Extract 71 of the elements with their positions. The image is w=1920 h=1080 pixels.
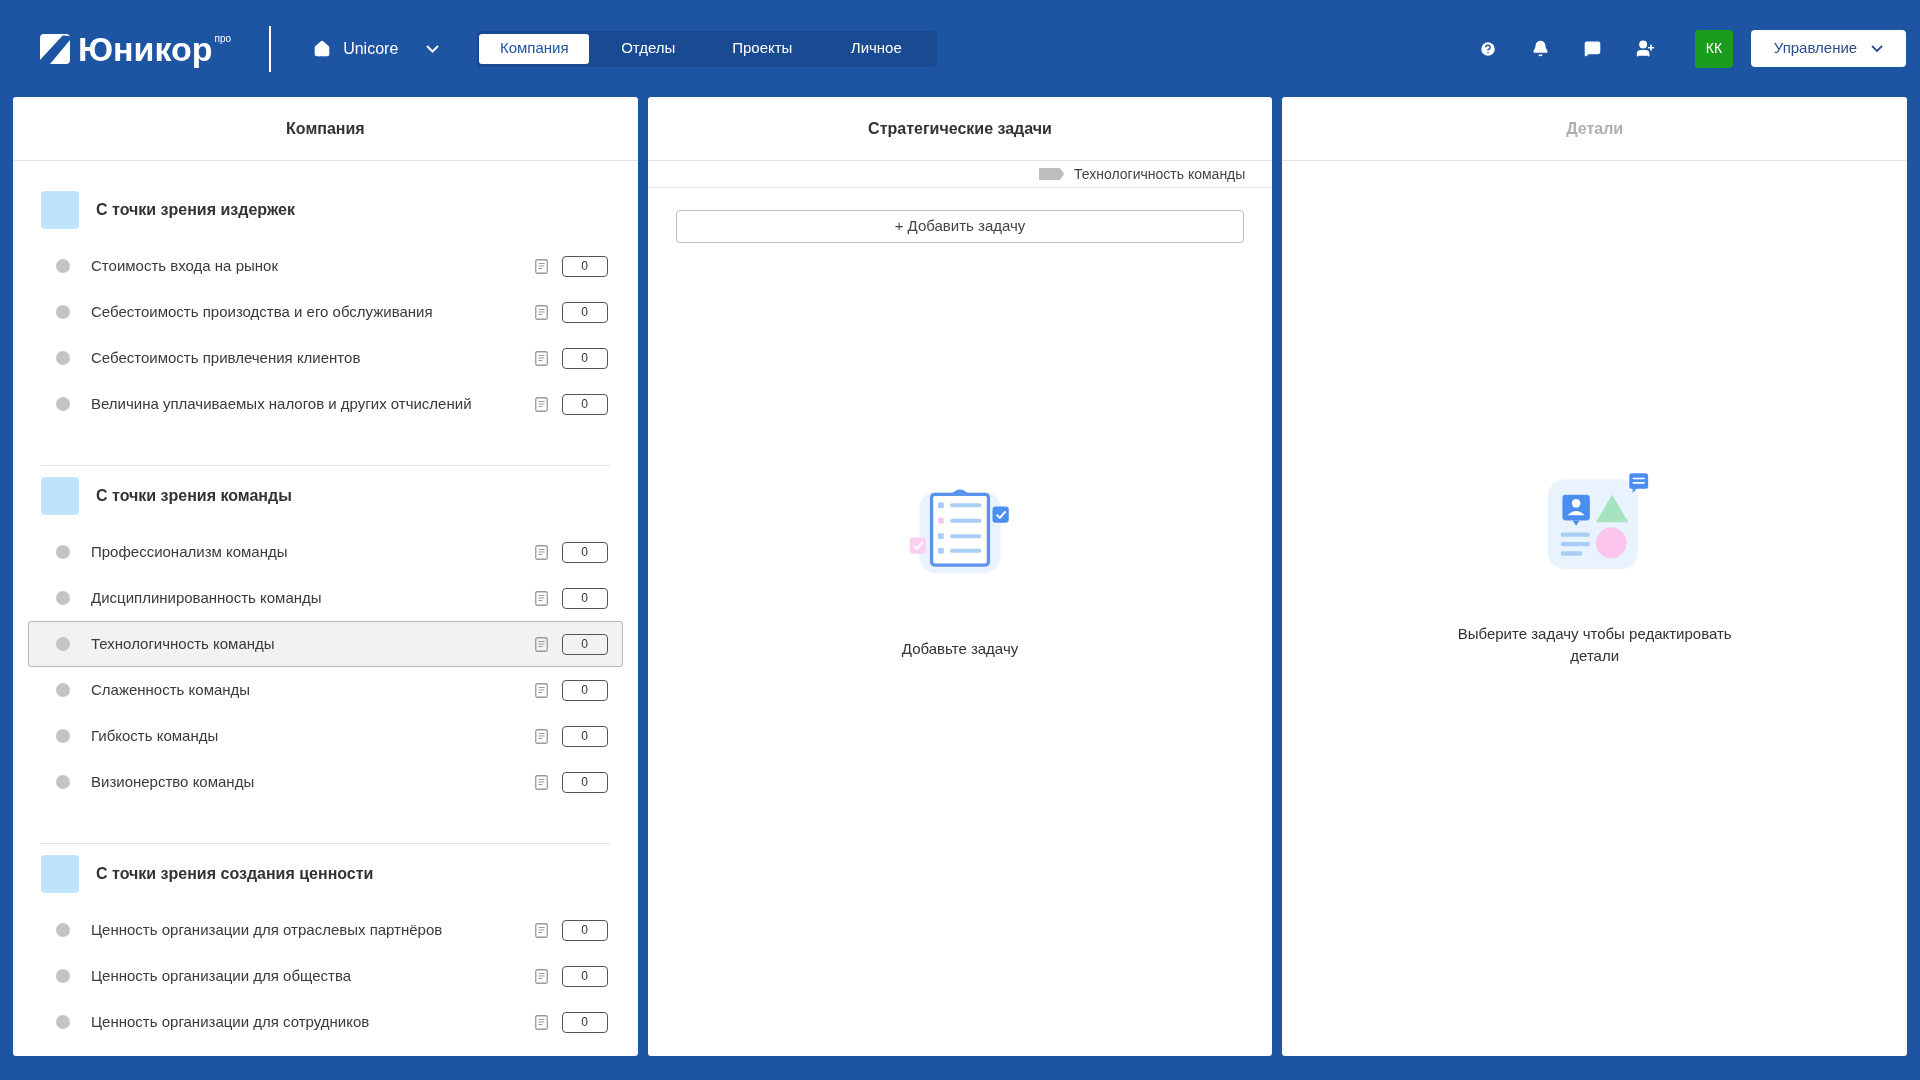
- plan-label: про: [214, 31, 232, 46]
- indicator-label: Слаженность команды: [91, 679, 251, 700]
- notification-icon[interactable]: [1532, 40, 1549, 57]
- nav-tab[interactable]: Личное: [821, 33, 932, 64]
- nav-tab[interactable]: Компания: [479, 33, 590, 64]
- document-icon[interactable]: [534, 636, 548, 652]
- add-user-icon[interactable]: [1636, 39, 1655, 58]
- panel-title: Стратегические задачи: [868, 118, 1052, 139]
- document-icon[interactable]: [534, 544, 548, 560]
- document-icon[interactable]: [534, 968, 548, 984]
- count-field[interactable]: 0: [561, 347, 608, 369]
- group-title: С точки зрения издержек: [96, 200, 295, 220]
- logo-icon: [40, 33, 70, 64]
- indicator-label: Ценность организации для сотрудников: [91, 1011, 370, 1032]
- document-icon[interactable]: [534, 682, 548, 698]
- document-icon[interactable]: [534, 396, 548, 412]
- nav-tab[interactable]: Отделы: [593, 33, 704, 64]
- count-field[interactable]: 0: [561, 393, 608, 415]
- panel-title: Детали: [1566, 118, 1624, 139]
- home-icon: [313, 39, 332, 58]
- indicator-label: Технологичность команды: [91, 633, 275, 654]
- count-field[interactable]: 0: [561, 919, 608, 941]
- filter-tag-label: Технологичность команды: [1074, 164, 1246, 184]
- indicator-label: Себестоимость привлечения клиентов: [91, 347, 361, 368]
- indicator-row[interactable]: Технологичность команды 0: [28, 621, 623, 667]
- indicator-label: Профессионализм команды: [91, 541, 288, 562]
- group-icon: [41, 191, 79, 229]
- management-dropdown[interactable]: Управление: [1751, 30, 1906, 67]
- document-icon[interactable]: [534, 1014, 548, 1030]
- count-field[interactable]: 0: [561, 679, 608, 701]
- chevron-icon: [426, 44, 440, 53]
- empty-state-text: Добавьте задачу: [901, 639, 1019, 659]
- panel-title: Компания: [286, 118, 365, 139]
- indicator-label: Себестоимость произодства и его обслуживания: [91, 301, 433, 322]
- group-icon: [41, 477, 79, 515]
- tag-icon: [1039, 168, 1064, 180]
- empty-state-text: Выберите задачу чтобы редактировать детали: [1456, 624, 1733, 666]
- count-field[interactable]: 0: [561, 725, 608, 747]
- indicator-label: Стоимость входа на рынок: [91, 255, 278, 276]
- count-field[interactable]: 0: [561, 633, 608, 655]
- group-title: С точки зрения команды: [96, 486, 292, 506]
- document-icon[interactable]: [534, 922, 548, 938]
- document-icon[interactable]: [534, 258, 548, 274]
- count-field[interactable]: 0: [561, 965, 608, 987]
- nav-tab[interactable]: Проекты: [707, 33, 818, 64]
- indicator-label: Визионерство команды: [91, 771, 255, 792]
- count-field[interactable]: 0: [561, 301, 608, 323]
- chat-icon[interactable]: [1584, 40, 1601, 57]
- document-icon[interactable]: [534, 304, 548, 320]
- document-icon[interactable]: [534, 774, 548, 790]
- indicator-label: Величина уплачиваемых налогов и других отчислений: [91, 393, 472, 414]
- indicator-label: Дисциплинированность команды: [91, 587, 322, 608]
- indicator-label: Гибкость команды: [91, 725, 219, 746]
- user-avatar[interactable]: КК: [1695, 29, 1733, 68]
- count-field[interactable]: 0: [561, 771, 608, 793]
- count-field[interactable]: 0: [561, 587, 608, 609]
- help-icon[interactable]: [1479, 39, 1497, 58]
- document-icon[interactable]: [534, 590, 548, 606]
- group-title: С точки зрения создания ценности: [96, 864, 374, 884]
- count-field[interactable]: 0: [561, 541, 608, 563]
- workspace-selector[interactable]: Unicore: [313, 36, 440, 61]
- indicator-label: Ценность организации для общества: [91, 965, 352, 986]
- document-icon[interactable]: [534, 350, 548, 366]
- count-field[interactable]: 0: [561, 255, 608, 277]
- count-field[interactable]: 0: [561, 1011, 608, 1033]
- logo-text: Юникор: [78, 30, 213, 67]
- chevron-icon: [1871, 45, 1884, 52]
- indicator-label: Ценность организации для отраслевых партнёров: [91, 919, 443, 940]
- group-icon: [41, 855, 79, 893]
- document-icon[interactable]: [534, 728, 548, 744]
- add-task-button[interactable]: + Добавить задачу: [675, 210, 1245, 243]
